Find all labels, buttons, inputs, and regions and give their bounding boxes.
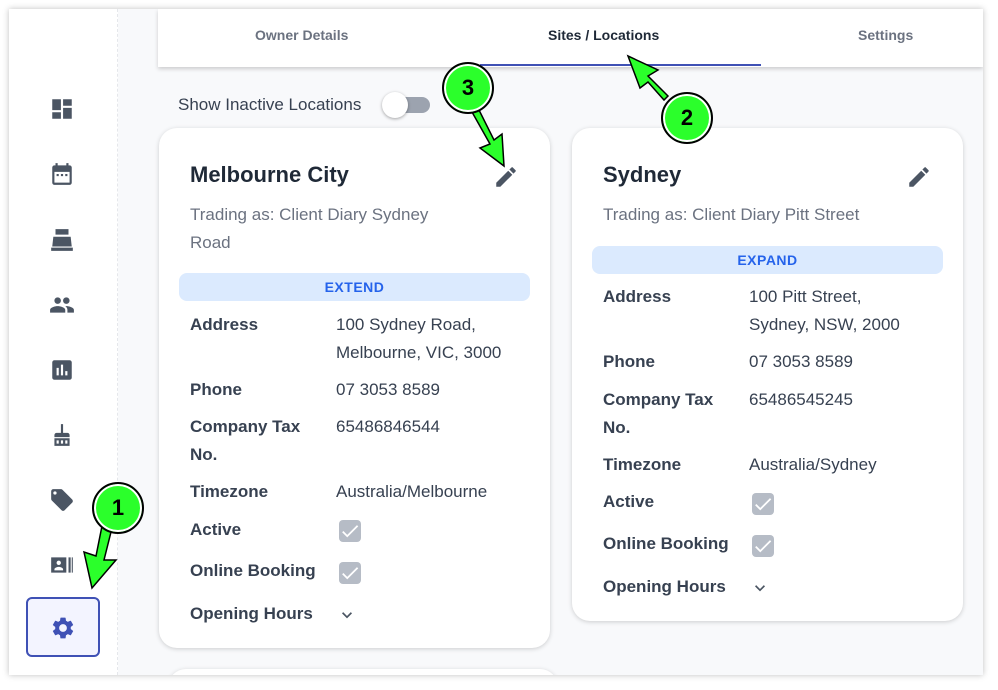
online-booking-label: Online Booking [190,561,316,580]
callout-number: 1 [111,495,125,520]
cash-register-icon[interactable] [49,227,75,253]
trading-as: Trading as: Client Diary Pitt Street [603,201,859,229]
contact-card-icon[interactable] [49,552,75,578]
tax-label: Company Tax No. [603,386,713,442]
online-booking-checkbox[interactable] [339,562,361,584]
address-line: 100 Sydney Road, [336,315,476,334]
tab-owner-details[interactable]: Owner Details [255,27,348,43]
trading-as-line: Trading as: Client Diary Pitt Street [603,205,860,224]
location-card-partial [168,669,558,675]
location-card-sydney: Sydney Trading as: Client Diary Pitt Str… [572,128,963,621]
cleaning-icon[interactable] [49,422,75,448]
tab-settings[interactable]: Settings [858,27,913,43]
callout-number: 2 [680,105,694,130]
settings-icon [52,617,74,639]
tax-label-line: No. [190,445,218,464]
online-booking-label: Online Booking [603,534,729,553]
timezone-label: Timezone [190,482,269,501]
toggle-knob [382,92,408,118]
show-inactive-toggle[interactable] [382,92,430,118]
tag-icon[interactable] [49,487,75,513]
phone-label: Phone [190,380,242,399]
tax-label: Company Tax No. [190,413,300,469]
phone-value: 07 3053 8589 [336,380,440,399]
address-line: 100 Pitt Street, [749,287,862,306]
timezone-value: Australia/Sydney [749,455,877,474]
location-card-melbourne: Melbourne City Trading as: Client Diary … [159,128,550,648]
checkmark-icon [342,567,359,580]
active-checkbox[interactable] [339,520,361,542]
address-value: 100 Sydney Road, Melbourne, VIC, 3000 [336,311,501,367]
timezone-value: Australia/Melbourne [336,482,488,501]
tab-bar: Owner Details Sites / Locations Settings [158,9,983,67]
tax-value: 65486846544 [336,417,441,436]
callout-number: 3 [461,75,475,100]
expand-button[interactable]: EXPAND [592,246,943,274]
address-label: Address [603,287,672,306]
active-tab-indicator [480,64,761,66]
calendar-icon[interactable] [49,161,75,187]
phone-value: 07 3053 8589 [749,352,853,371]
checkmark-icon [755,540,772,553]
phone-label: Phone [603,352,655,371]
chevron-down-icon[interactable] [337,605,357,625]
active-label: Active [190,520,242,539]
callout-badge: 1 [92,482,144,534]
active-label: Active [603,492,655,511]
active-checkbox[interactable] [752,493,774,515]
address-label: Address [190,315,259,334]
people-icon[interactable] [49,292,75,318]
checkmark-icon [755,498,772,511]
callout-badge: 3 [442,62,494,114]
dashboard-icon[interactable] [49,96,75,122]
extend-button[interactable]: EXTEND [179,273,530,301]
tab-sites-locations[interactable]: Sites / Locations [548,27,659,43]
timezone-label: Timezone [603,455,682,474]
app-window: Owner Details Sites / Locations Settings… [9,9,983,675]
sidebar [9,9,118,675]
address-line: Sydney, NSW, 2000 [749,315,900,334]
online-booking-checkbox[interactable] [752,535,774,557]
edit-icon[interactable] [906,164,932,190]
toggle-label: Show Inactive Locations [178,95,362,114]
opening-hours-label[interactable]: Opening Hours [603,573,726,601]
tax-label-line: No. [603,418,631,437]
chevron-down-icon[interactable] [750,578,770,598]
trading-as-line: Road [190,233,231,252]
address-line: Melbourne, VIC, 3000 [336,343,502,362]
callout-badge: 2 [661,92,713,144]
trading-as: Trading as: Client Diary Sydney Road [190,201,428,257]
location-name: Melbourne City [190,162,349,187]
tax-value: 65486545245 [749,390,854,409]
trading-as-line: Trading as: Client Diary Sydney [190,205,429,224]
location-name: Sydney [603,162,682,187]
reports-icon[interactable] [49,357,75,383]
address-value: 100 Pitt Street, Sydney, NSW, 2000 [749,283,900,339]
checkmark-icon [342,525,359,538]
edit-icon[interactable] [493,164,519,190]
sidebar-item-settings[interactable] [26,597,100,657]
tax-label-line: Company Tax [190,417,301,436]
opening-hours-label[interactable]: Opening Hours [190,600,313,628]
tax-label-line: Company Tax [603,390,714,409]
